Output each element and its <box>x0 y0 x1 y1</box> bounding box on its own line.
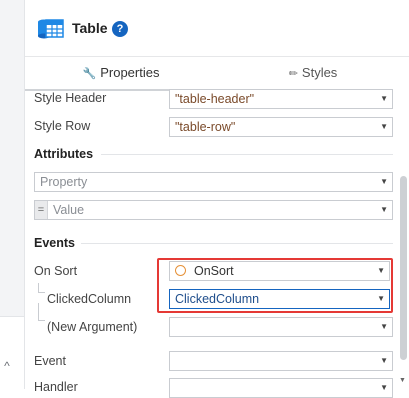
handler-dropdown[interactable]: ▼ <box>169 378 393 398</box>
tab-styles-label: Styles <box>301 65 338 80</box>
events-section-title: Events <box>34 236 75 250</box>
value-expression-field[interactable]: = Value ▼ <box>34 200 393 220</box>
event-dropdown[interactable]: ▼ <box>169 351 393 371</box>
property-placeholder: Property <box>40 175 88 189</box>
style-header-value: "table-header" <box>175 92 255 106</box>
on-sort-label: On Sort <box>34 264 78 278</box>
style-row-value: "table-row" <box>175 120 236 134</box>
expression-equals-icon: = <box>35 201 48 219</box>
value-placeholder: Value <box>53 203 85 217</box>
chevron-down-icon: ▼ <box>380 94 388 103</box>
clicked-column-label: ClickedColumn <box>47 292 132 306</box>
tree-connector <box>38 303 45 321</box>
chevron-up-icon[interactable]: ^ <box>0 359 14 373</box>
left-sidebar-strip: ^ <box>0 0 25 390</box>
properties-panel: Table ? 🔧 Properties ✏ Styles Style Header… <box>25 0 409 398</box>
tab-styles[interactable]: ✏ Styles <box>217 57 409 89</box>
tab-properties-label: Properties <box>100 65 160 80</box>
table-icon <box>38 19 64 39</box>
style-header-dropdown[interactable]: "table-header" ▼ <box>169 89 393 109</box>
new-argument-label: (New Argument) <box>47 320 138 334</box>
new-argument-dropdown[interactable]: ▼ <box>169 317 393 337</box>
tree-connector <box>38 283 45 293</box>
style-row-label: Style Row <box>34 119 91 133</box>
wrench-icon: 🔧 <box>82 68 97 80</box>
brush-icon: ✏ <box>288 68 298 80</box>
chevron-down-icon: ▼ <box>380 383 388 392</box>
panel-title: Table <box>72 20 108 36</box>
attributes-section-title: Attributes <box>34 147 94 161</box>
property-dropdown[interactable]: Property ▼ <box>34 172 393 192</box>
chevron-down-icon: ▼ <box>380 205 388 214</box>
event-label: Event <box>34 354 66 368</box>
panel-tabs: 🔧 Properties ✏ Styles <box>25 56 409 91</box>
vertical-scrollbar[interactable] <box>400 176 407 360</box>
events-divider <box>81 243 393 244</box>
attributes-divider <box>101 154 393 155</box>
left-strip-panel <box>0 316 24 390</box>
tab-properties[interactable]: 🔧 Properties <box>25 57 217 91</box>
style-row-dropdown[interactable]: "table-row" ▼ <box>169 117 393 137</box>
help-icon[interactable]: ? <box>112 21 128 37</box>
chevron-down-icon: ▼ <box>380 122 388 131</box>
chevron-down-icon: ▼ <box>380 356 388 365</box>
handler-label: Handler <box>34 380 78 394</box>
scroll-down-arrow-icon[interactable]: ▼ <box>399 377 406 384</box>
style-header-label: Style Header <box>34 91 107 105</box>
highlight-box <box>157 258 393 313</box>
chevron-down-icon: ▼ <box>380 322 388 331</box>
panel-header: Table ? <box>25 0 409 56</box>
chevron-down-icon: ▼ <box>380 177 388 186</box>
